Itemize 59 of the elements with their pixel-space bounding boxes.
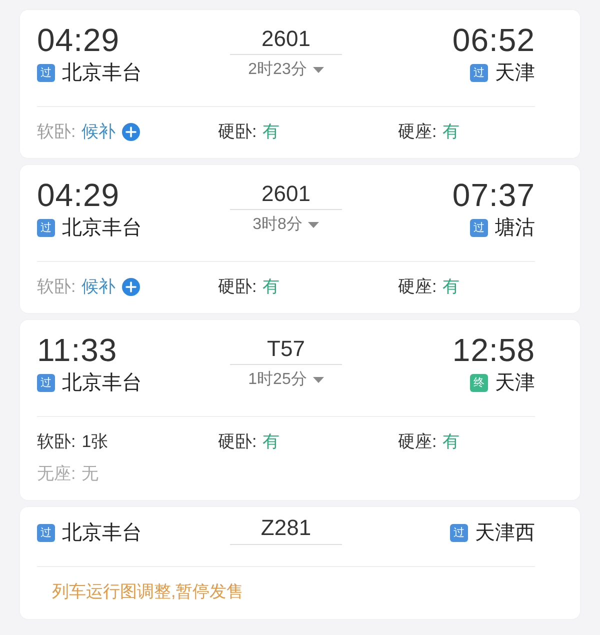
caret-down-icon[interactable] bbox=[312, 67, 324, 73]
departure-time: 04:29 bbox=[37, 179, 120, 211]
seat-class: 硬座: bbox=[398, 431, 437, 453]
train-card[interactable]: 04:29 过 北京丰台 2601 2时23分 06:52 过 天津 软卧: 候补 硬卧: 有 硬座: 有 bbox=[20, 10, 580, 158]
station-tag: 过 bbox=[37, 219, 55, 237]
plus-icon[interactable] bbox=[122, 278, 140, 296]
seat-availability: 有 bbox=[262, 431, 280, 453]
station-name: 天津西 bbox=[475, 521, 535, 545]
seat-availability: 无 bbox=[82, 463, 99, 485]
departure-time: 04:29 bbox=[37, 24, 120, 56]
station-name: 北京丰台 bbox=[62, 521, 142, 545]
travel-duration: 2时23分 bbox=[248, 60, 307, 80]
seat-availability: 候补 bbox=[82, 121, 116, 143]
station-tag: 过 bbox=[450, 524, 468, 542]
station-tag: 过 bbox=[37, 64, 55, 82]
station-tag: 过 bbox=[470, 219, 488, 237]
station-name: 天津 bbox=[495, 61, 535, 85]
seat-class: 硬座: bbox=[398, 121, 437, 143]
station-tag: 过 bbox=[470, 64, 488, 82]
arrival-time: 06:52 bbox=[452, 24, 535, 56]
seat-class: 硬座: bbox=[398, 276, 437, 298]
seat-class: 软卧: bbox=[37, 276, 76, 298]
arrival-time: 07:37 bbox=[452, 179, 535, 211]
seat-availability: 有 bbox=[442, 431, 460, 453]
station-name: 北京丰台 bbox=[62, 371, 142, 395]
seat-availability: 候补 bbox=[82, 276, 116, 298]
station-tag: 过 bbox=[37, 524, 55, 542]
seat-availability: 有 bbox=[262, 121, 280, 143]
seat-availability: 1张 bbox=[82, 431, 108, 453]
departure-time: 11:33 bbox=[37, 334, 118, 366]
station-tag: 过 bbox=[37, 374, 55, 392]
seat-class: 硬卧: bbox=[218, 121, 257, 143]
seat-availability: 有 bbox=[442, 121, 460, 143]
train-number: T57 bbox=[267, 336, 305, 362]
train-card[interactable]: 04:29 过 北京丰台 2601 3时8分 07:37 过 塘沽 软卧: 候补 硬卧: 有 硬座: 有 bbox=[20, 165, 580, 313]
train-number: 2601 bbox=[262, 181, 310, 207]
seat-availability: 有 bbox=[262, 276, 280, 298]
seat-class: 硬卧: bbox=[218, 431, 257, 453]
station-name: 北京丰台 bbox=[62, 216, 142, 240]
plus-icon[interactable] bbox=[122, 123, 140, 141]
station-tag: 终 bbox=[470, 374, 488, 392]
train-card[interactable]: 11:33 过 北京丰台 T57 1时25分 12:58 终 天津 软卧: 1张 硬卧: 有 硬座: 有 无座: 无 bbox=[20, 320, 580, 500]
caret-down-icon[interactable] bbox=[312, 377, 324, 383]
seat-class: 软卧: bbox=[37, 121, 76, 143]
station-name: 北京丰台 bbox=[62, 61, 142, 85]
train-number: Z281 bbox=[260, 515, 312, 541]
seat-availability: 有 bbox=[442, 276, 460, 298]
seat-class: 无座: bbox=[37, 463, 76, 485]
seat-class: 硬卧: bbox=[218, 276, 257, 298]
caret-down-icon[interactable] bbox=[308, 222, 320, 228]
travel-duration: 1时25分 bbox=[248, 370, 307, 390]
station-name: 天津 bbox=[495, 371, 535, 395]
station-name: 塘沽 bbox=[495, 216, 535, 240]
travel-duration: 3时8分 bbox=[252, 214, 302, 235]
sale-notice: 列车运行图调整,暂停发售 bbox=[52, 582, 244, 601]
seat-class: 软卧: bbox=[37, 431, 76, 453]
train-card[interactable]: 过 北京丰台 Z281 过 天津西 列车运行图调整,暂停发售 bbox=[20, 507, 580, 619]
train-number: 2601 bbox=[262, 26, 310, 52]
arrival-time: 12:58 bbox=[452, 334, 535, 366]
